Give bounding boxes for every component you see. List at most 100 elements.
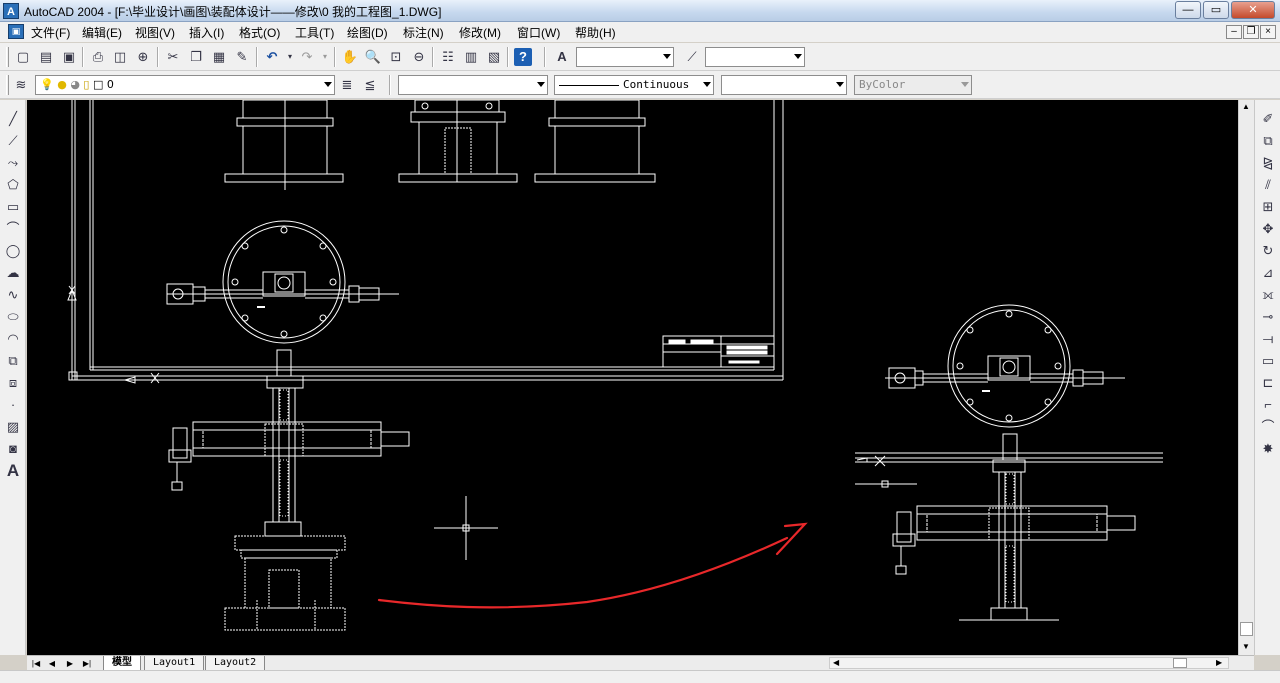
xline-icon[interactable]: ⟋ [4,132,22,150]
cut-icon[interactable]: ✂ [164,48,182,66]
autocad-app-icon[interactable]: A [3,3,19,19]
spline-icon[interactable]: ∿ [4,286,22,304]
stretch-icon[interactable]: ⟗ [1259,286,1277,304]
first-tab-icon[interactable]: |◀ [29,657,43,670]
dim-style-combo[interactable] [705,47,805,67]
zoom-previous-icon[interactable]: ⊖ [410,48,428,66]
break-icon[interactable]: ▭ [1259,352,1277,370]
scroll-down-icon[interactable]: ▼ [1242,642,1250,651]
ellipse-icon[interactable]: ⬭ [4,308,22,326]
menu-dimension[interactable]: 标注(N) [401,24,446,41]
close-icon[interactable]: ✕ [1231,1,1275,19]
horizontal-scrollbar[interactable]: ◀ ▶ [829,657,1229,669]
mirror-icon[interactable]: ⧎ [1259,154,1277,172]
restore-icon[interactable]: ▭ [1203,1,1229,19]
designcenter-icon[interactable]: ▥ [462,48,480,66]
toolbar-grip[interactable] [6,75,9,95]
hatch-icon[interactable]: ▨ [4,418,22,436]
layer-combo[interactable]: 💡 ● ◕ ▯ □ 0 [35,75,335,95]
next-tab-icon[interactable]: ▶ [63,657,77,670]
trim-icon[interactable]: ⊸ [1259,308,1277,326]
open-icon[interactable]: ▤ [37,48,55,66]
copy-icon[interactable]: ❐ [187,48,205,66]
offset-icon[interactable]: ⫽ [1259,176,1277,194]
erase-icon[interactable]: ✐ [1259,110,1277,128]
scroll-up-icon[interactable]: ▲ [1242,102,1250,111]
preview-icon[interactable]: ◫ [111,48,129,66]
new-icon[interactable]: ▢ [14,48,32,66]
last-tab-icon[interactable]: ▶| [80,657,94,670]
horizontal-scroll-thumb[interactable] [1173,658,1187,668]
point-icon[interactable]: · [4,396,22,414]
vertical-scrollbar[interactable]: ▲ ▼ [1238,100,1254,655]
paste-icon[interactable]: ▦ [210,48,228,66]
copy-object-icon[interactable]: ⧉ [1259,132,1277,150]
fillet-icon[interactable]: ⌒ [1259,418,1277,436]
layer-manager-icon[interactable]: ≋ [12,76,30,94]
revcloud-icon[interactable]: ☁ [4,264,22,282]
polyline-icon[interactable]: ⤳ [4,154,22,172]
break-at-point-icon[interactable]: ⊏ [1259,374,1277,392]
rotate-icon[interactable]: ↻ [1259,242,1277,260]
doc-restore-icon[interactable]: ❐ [1243,25,1259,39]
text-style-icon[interactable]: A [553,48,571,66]
text-style-combo[interactable] [576,47,674,67]
mtext-icon[interactable]: A [4,462,22,480]
help-icon[interactable]: ? [514,48,532,66]
toolpalettes-icon[interactable]: ▧ [485,48,503,66]
publish-icon[interactable]: ⊕ [134,48,152,66]
arc-icon[interactable]: ⌒ [4,220,22,238]
redo-icon[interactable]: ↷ [298,48,316,66]
vertical-scroll-thumb[interactable] [1240,622,1253,636]
linetype-combo[interactable]: Continuous [554,75,714,95]
prev-tab-icon[interactable]: ◀ [45,657,59,670]
toolbar-grip[interactable] [6,47,9,67]
insert-block-icon[interactable]: ⧉ [4,352,22,370]
scale-icon[interactable]: ⊿ [1259,264,1277,282]
minimize-icon[interactable]: — [1175,1,1201,19]
array-icon[interactable]: ⊞ [1259,198,1277,216]
print-icon[interactable]: ⎙ [89,48,107,66]
layer-previous-icon[interactable]: ≦ [361,76,379,94]
dim-style-icon[interactable]: ⟋ [683,48,701,66]
drawing-canvas[interactable] [27,100,1238,655]
ellipse-arc-icon[interactable]: ◠ [4,330,22,348]
lineweight-combo[interactable] [721,75,847,95]
undo-icon[interactable]: ↶ [263,48,281,66]
move-icon[interactable]: ✥ [1259,220,1277,238]
menu-draw[interactable]: 绘图(D) [345,24,390,41]
rectangle-icon[interactable]: ▭ [4,198,22,216]
tab-layout1[interactable]: Layout1 [144,656,205,671]
document-icon[interactable]: ▣ [8,24,24,39]
region-icon[interactable]: ◙ [4,440,22,458]
menu-help[interactable]: 帮助(H) [573,24,618,41]
polygon-icon[interactable]: ⬠ [4,176,22,194]
make-block-icon[interactable]: ⧈ [4,374,22,392]
undo-dropdown-icon[interactable]: ▾ [281,48,299,66]
menu-edit[interactable]: 编辑(E) [80,24,124,41]
line-icon[interactable]: ╱ [4,110,22,128]
menu-modify[interactable]: 修改(M) [457,24,503,41]
menu-window[interactable]: 窗口(W) [515,24,562,41]
menu-view[interactable]: 视图(V) [133,24,177,41]
tab-layout2[interactable]: Layout2 [205,656,266,671]
redo-dropdown-icon[interactable]: ▾ [316,48,334,66]
color-combo[interactable] [398,75,548,95]
pan-icon[interactable]: ✋ [341,48,359,66]
make-object-layer-current-icon[interactable]: ≣ [338,76,356,94]
tab-model[interactable]: 模型 [103,656,141,671]
matchprop-icon[interactable]: ✎ [233,48,251,66]
chamfer-icon[interactable]: ⌐ [1259,396,1277,414]
circle-icon[interactable]: ◯ [4,242,22,260]
menu-insert[interactable]: 插入(I) [187,24,226,41]
zoom-window-icon[interactable]: ⊡ [387,48,405,66]
menu-format[interactable]: 格式(O) [237,24,282,41]
scroll-right-icon[interactable]: ▶ [1216,658,1222,667]
properties-icon[interactable]: ☷ [439,48,457,66]
menu-file[interactable]: 文件(F) [29,24,72,41]
doc-close-icon[interactable]: × [1260,25,1276,39]
extend-icon[interactable]: ⟞ [1259,330,1277,348]
menu-tools[interactable]: 工具(T) [293,24,336,41]
explode-icon[interactable]: ✸ [1259,440,1277,458]
zoom-realtime-icon[interactable]: 🔍 [364,48,382,66]
